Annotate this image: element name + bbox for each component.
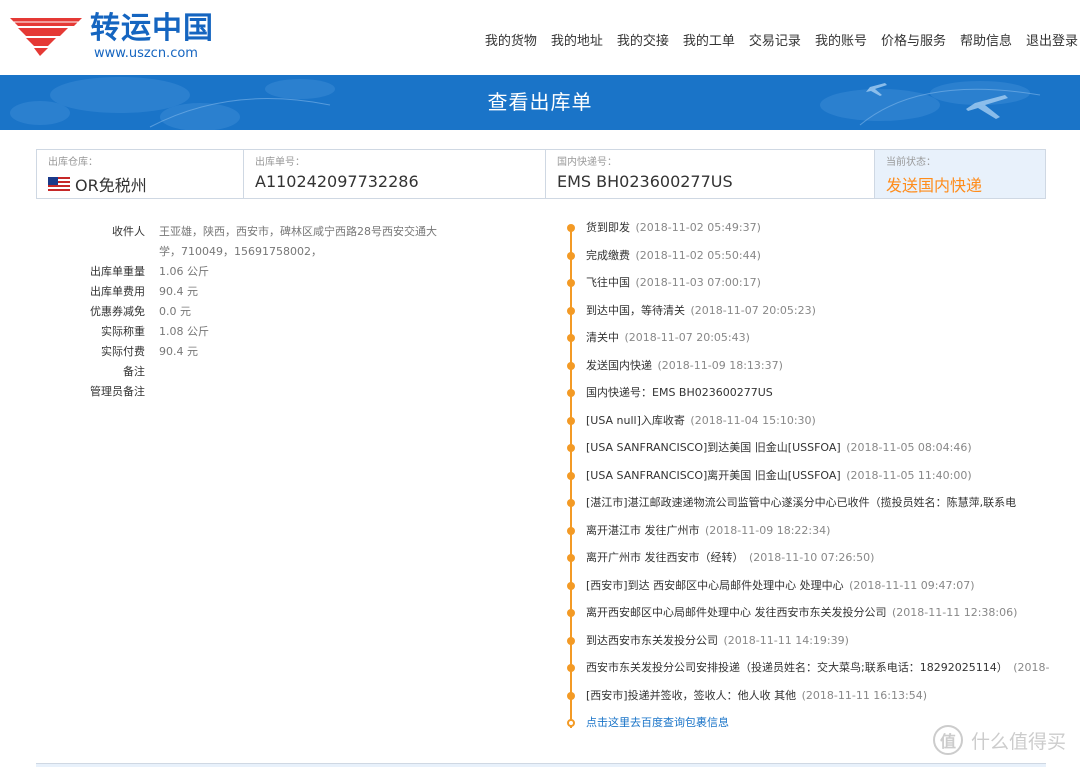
detail-label: 实际称重 [101,325,145,338]
detail-row-weight: 出库单重量 1.06 公斤 [70,262,450,282]
order-details: 收件人 王亚雄，陕西，西安市，碑林区咸宁西路28号西安交通大学，710049，1… [70,222,450,402]
timeline-dot-icon [567,251,575,260]
timeline-dot-icon [567,279,575,287]
timeline-item: 飞往中国 (2018-11-03 07:00:17) [565,273,1080,301]
main-nav: 我的货物 我的地址 我的交接 我的工单 交易记录 我的账号 价格与服务 帮助信息… [471,30,1078,49]
express-number-value: EMS BH023600277US [557,172,733,191]
timeline-dot-icon [567,691,575,700]
timeline-item: [USA null]入库收寄 (2018-11-04 15:10:30) [565,411,1080,439]
status-value: 发送国内快递 [886,176,983,195]
timeline-item: 西安市东关发投分公司安排投递（投递员姓名：交大菜鸟;联系电话：182920251… [565,658,1080,686]
timeline-item: 清关中 (2018-11-07 20:05:43) [565,328,1080,356]
detail-row-fee: 出库单费用 90.4 元 [70,282,450,302]
nav-my-goods[interactable]: 我的货物 [485,30,537,49]
order-number-label: 出库单号： [255,157,305,168]
detail-value: 1.06 公斤 [159,265,209,278]
bottom-panel-edge [36,763,1046,767]
watermark-text: 什么值得买 [970,730,1066,753]
detail-value [159,362,439,382]
timeline-item: 到达西安市东关发投分公司 (2018-11-11 14:19:39) [565,631,1080,659]
timeline-item: [USA SANFRANCISCO]到达美国 旧金山[USSFOA] (2018… [565,438,1080,466]
detail-row-coupon: 优惠券减免 0.0 元 [70,302,450,322]
warehouse-value: OR免税州 [75,176,147,195]
detail-label: 管理员备注 [90,385,145,398]
order-number-cell: 出库单号： A110242097732286 [244,150,546,198]
status-cell: 当前状态： 发送国内快递 [875,150,1045,198]
timeline-dot-icon [567,361,575,370]
detail-row-remark: 备注 [70,362,450,382]
timeline-item: [湛江市]湛江邮政速递物流公司监管中心遂溪分中心已收件（揽投员姓名：陈慧萍,联系… [565,493,1080,521]
express-number-label: 国内快递号： [557,157,617,168]
warehouse-label: 出库仓库： [48,157,98,168]
timeline-dot-icon [567,334,575,342]
logo-name: 转运中国 [90,11,214,46]
timeline-dot-icon [567,444,575,452]
timeline-dot-icon [567,224,575,232]
baidu-query-link[interactable]: 点击这里去百度查询包裹信息 [586,716,729,729]
nav-my-address[interactable]: 我的地址 [551,30,603,49]
timeline-item: 货到即发 (2018-11-02 05:49:37) [565,218,1080,246]
detail-label: 收件人 [112,225,145,238]
nav-my-account[interactable]: 我的账号 [815,30,867,49]
timeline-dot-icon [567,306,575,315]
detail-label: 优惠券减免 [90,305,145,318]
timeline-dot-icon [567,526,575,535]
timeline-item: 国内快递号：EMS BH023600277US [565,383,1080,411]
status-label: 当前状态： [886,157,936,168]
timeline-dot-icon [567,664,575,672]
site-header: 转运中国 www.uszcn.com 我的货物 我的地址 我的交接 我的工单 交… [0,0,1080,75]
tracking-timeline: 货到即发 (2018-11-02 05:49:37) 完成缴费 (2018-11… [565,218,1080,741]
logo-mark-icon [10,18,82,56]
timeline-dot-icon [567,416,575,425]
timeline-item: 到达中国，等待清关 (2018-11-07 20:05:23) [565,301,1080,329]
detail-value: 1.08 公斤 [159,325,209,338]
timeline-item: 离开西安邮区中心局邮件处理中心 发往西安市东关发投分公司 (2018-11-11… [565,603,1080,631]
detail-value: 0.0 元 [159,305,191,318]
timeline-dot-icon [567,609,575,617]
watermark-logo-icon: 值 [932,725,963,755]
timeline-dot-icon [567,636,575,645]
order-number-value: A110242097732286 [255,172,419,191]
detail-label: 实际付费 [101,345,145,358]
page-title: 查看出库单 [487,90,593,114]
nav-my-tickets[interactable]: 我的工单 [683,30,735,49]
timeline-item: 发送国内快递 (2018-11-09 18:13:37) [565,356,1080,384]
timeline-end-dot-icon [567,719,575,727]
warehouse-cell: 出库仓库： OR免税州 [37,150,244,198]
detail-label: 备注 [123,365,145,378]
nav-my-handover[interactable]: 我的交接 [617,30,669,49]
us-flag-icon [48,177,70,191]
nav-logout[interactable]: 退出登录 [1026,30,1078,49]
detail-row-recipient: 收件人 王亚雄，陕西，西安市，碑林区咸宁西路28号西安交通大学，710049，1… [70,222,450,262]
detail-label: 出库单费用 [90,285,145,298]
detail-row-admin-remark: 管理员备注 [70,382,450,402]
detail-value: 王亚雄，陕西，西安市，碑林区咸宁西路28号西安交通大学，710049，15691… [159,225,437,258]
timeline-item: 完成缴费 (2018-11-02 05:50:44) [565,246,1080,274]
timeline-item: [USA SANFRANCISCO]离开美国 旧金山[USSFOA] (2018… [565,466,1080,494]
detail-value: 90.4 元 [159,285,198,298]
timeline-dot-icon [567,389,575,397]
detail-value [159,382,439,402]
detail-row-actual-weight: 实际称重 1.08 公斤 [70,322,450,342]
logo-url: www.uszcn.com [94,46,198,61]
detail-value: 90.4 元 [159,345,198,358]
timeline-dot-icon [567,581,575,590]
timeline-item: [西安市]投递并签收，签收人：他人收 其他 (2018-11-11 16:13:… [565,686,1080,714]
watermark: 值 什么值得买 [932,725,1066,755]
nav-pricing[interactable]: 价格与服务 [881,30,946,49]
timeline-dot-icon [567,554,575,562]
express-number-cell: 国内快递号： EMS BH023600277US [546,150,875,198]
nav-help[interactable]: 帮助信息 [960,30,1012,49]
timeline-item: 离开湛江市 发往广州市 (2018-11-09 18:22:34) [565,521,1080,549]
timeline-dot-icon [567,471,575,480]
timeline-item: [西安市]到达 西安邮区中心局邮件处理中心 处理中心 (2018-11-11 0… [565,576,1080,604]
detail-label: 出库单重量 [90,265,145,278]
nav-transactions[interactable]: 交易记录 [749,30,801,49]
site-logo[interactable]: 转运中国 www.uszcn.com [8,12,218,64]
page-banner: 查看出库单 [0,75,1080,130]
order-summary: 出库仓库： OR免税州 出库单号： A110242097732286 国内快递号… [36,149,1046,199]
timeline-item: 离开广州市 发往西安市（经转） (2018-11-10 07:26:50) [565,548,1080,576]
detail-row-actual-paid: 实际付费 90.4 元 [70,342,450,362]
timeline-dot-icon [567,499,575,507]
